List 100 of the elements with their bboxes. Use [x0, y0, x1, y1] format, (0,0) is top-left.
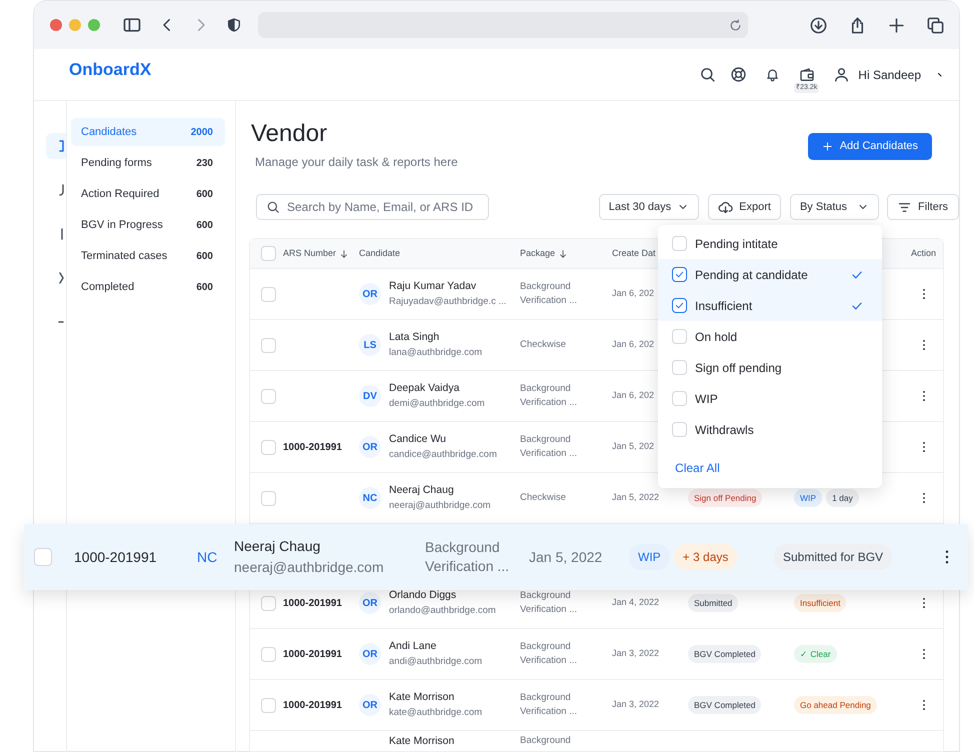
package-name: Background Verification ... [425, 538, 510, 576]
sort-icon [339, 248, 350, 258]
avatar: OR [359, 694, 381, 716]
bell-icon[interactable] [765, 67, 780, 82]
sidebar-label: Action Required [81, 186, 160, 202]
package-name: Checkwise [520, 338, 567, 352]
create-date: Jan 5, 2022 [529, 548, 602, 566]
avatar: OR [359, 643, 381, 665]
status-tag: WIP [629, 544, 670, 570]
status-tag: Submitted [688, 594, 738, 612]
candidate-name: Kate Morrison [389, 734, 454, 749]
checkbox[interactable] [672, 298, 688, 313]
package-name: Background Verification ... [520, 280, 578, 308]
status-tag: Submitted for BGV [774, 544, 892, 570]
item-count: 600 [196, 250, 213, 264]
search-icon[interactable] [699, 66, 716, 83]
reload-icon[interactable] [729, 18, 742, 32]
wallet-icon[interactable] [798, 66, 815, 82]
status-option[interactable]: Withdrawls [658, 414, 882, 445]
column-header[interactable]: Candidate [359, 246, 520, 260]
option-label: Pending at candidate [695, 266, 808, 284]
clear-all-link[interactable]: Clear All [675, 459, 720, 477]
status-option[interactable]: Pending intitate [658, 228, 882, 259]
check-icon [674, 269, 686, 280]
lifebuoy-icon[interactable] [730, 66, 748, 83]
status-option[interactable]: Insufficient [658, 290, 882, 321]
check-icon [674, 300, 686, 311]
candidate-email: Rajuyadav@authbridge.c ... [389, 294, 506, 309]
tabs-icon[interactable] [926, 16, 945, 34]
package-name: Background Verification ... [520, 433, 578, 461]
close-icon[interactable] [50, 19, 62, 31]
status-option[interactable]: Pending at candidate [658, 259, 882, 290]
avatar: OR [359, 592, 381, 614]
candidate-email: candice@authbridge.com [389, 448, 497, 462]
candidate-email: orlando@authbridge.com [389, 604, 496, 618]
sidebar-item[interactable]: Terminated cases 600 [71, 242, 225, 270]
create-date: Jan 5, 2022 [612, 491, 660, 504]
status-option[interactable]: WIP [658, 383, 882, 414]
package-name: Background Verification ... [520, 640, 578, 668]
item-count: 600 [196, 218, 213, 232]
user-menu[interactable]: Hi Sandeep [833, 66, 921, 84]
avatar: DV [359, 385, 381, 407]
floating-row[interactable]: 1000-201991 NC Neeraj Chaug neeraj@authbridge.com Background Verification ... Jan 5, 2022 WIP + 3 days Submitted for BGV [24, 524, 968, 590]
plus-icon[interactable] [887, 16, 906, 34]
sidebar-item[interactable]: Pending forms 230 [71, 149, 225, 177]
column-header[interactable]: Package [520, 246, 612, 260]
sidebar-item[interactable]: Completed 600 [71, 273, 225, 301]
candidate-email: neeraj@authbridge.com [234, 558, 385, 577]
sidebar-label: BGV in Progress [81, 218, 163, 233]
sidebar-label: Terminated cases [81, 248, 168, 264]
download-icon[interactable] [809, 16, 828, 34]
plus-icon [822, 140, 833, 152]
create-date: Jan 4, 2022 [612, 596, 660, 610]
shield-icon[interactable] [226, 17, 242, 33]
option-label: Sign off pending [695, 360, 782, 376]
package-name: Checkwise [520, 491, 567, 505]
candidate-name: Lata Singh [389, 330, 440, 345]
nav-icon [58, 320, 64, 324]
checkbox[interactable] [672, 267, 688, 282]
export-button[interactable]: Export [708, 194, 781, 220]
avatar: NC [359, 487, 381, 509]
ars-number: 1000-201991 [283, 596, 343, 610]
sidebar-item[interactable]: Candidates 2000 [71, 118, 225, 146]
item-count: 600 [196, 188, 213, 202]
sidebar-item[interactable]: Action Required 600 [71, 180, 225, 208]
column-header[interactable]: Action [910, 246, 936, 260]
candidate-email: kate@authbridge.com [389, 706, 482, 720]
candidate-name: Neeraj Chaug [389, 483, 455, 498]
app-logo[interactable]: OnboardX [69, 56, 152, 82]
search-icon [266, 200, 280, 214]
option-label: On hold [695, 328, 738, 346]
nav-icon [59, 184, 64, 196]
status-tag: BGV Completed [688, 644, 762, 664]
date-range-dropdown[interactable]: Last 30 days [598, 194, 700, 220]
ars-number: 1000-201991 [283, 648, 343, 662]
filters-button[interactable]: Filters [887, 194, 959, 220]
item-count: 230 [196, 156, 213, 170]
status-dropdown[interactable]: By Status [790, 194, 880, 220]
avatar: OR [359, 436, 381, 458]
search-field[interactable]: Search by Name, Email, or ARS ID [256, 194, 489, 220]
create-date: Jan 6, 202 [612, 338, 654, 352]
nav-item[interactable] [46, 133, 66, 159]
package-name: Background Verification ... [520, 589, 578, 617]
create-date: Jan 5, 202 [612, 440, 654, 454]
status-option[interactable]: Sign off pending [658, 352, 882, 383]
sidebar-label: Pending forms [81, 156, 152, 171]
avatar: LS [359, 334, 381, 356]
column-header[interactable]: ARS Number [283, 246, 359, 260]
create-date: Jan 6, 202 [612, 287, 654, 300]
sidebar-label: Completed [81, 280, 134, 295]
status-option[interactable]: On hold [658, 321, 882, 352]
status-tag: Insufficient [794, 594, 846, 612]
candidate-name: Neeraj Chaug [234, 537, 322, 556]
item-count: 600 [196, 280, 213, 294]
item-count: 2000 [190, 126, 213, 140]
package-name: Background Verification ... [520, 382, 578, 410]
option-label: Pending intitate [695, 236, 778, 252]
page-title: Vendor [251, 119, 328, 149]
sidebar-item[interactable]: BGV in Progress 600 [71, 211, 225, 239]
add-candidates-button[interactable]: Add Candidates [808, 133, 932, 160]
